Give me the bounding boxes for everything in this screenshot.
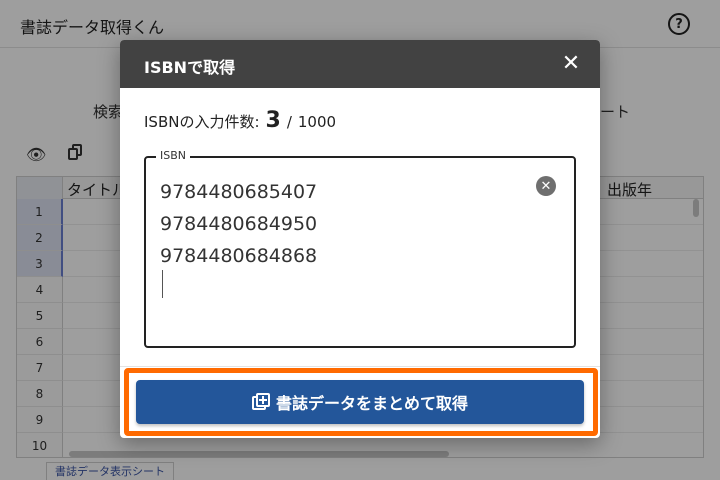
divider bbox=[120, 366, 600, 367]
count-max: 1000 bbox=[297, 113, 337, 131]
count-separator: / bbox=[286, 113, 292, 131]
isbn-dialog: ISBNで取得 ✕ ISBNの入力件数: 3 / 1000 ISBN 97844… bbox=[120, 40, 600, 438]
dialog-header: ISBNで取得 ✕ bbox=[120, 40, 600, 88]
count-label: ISBNの入力件数: bbox=[144, 113, 260, 131]
fetch-all-label: 書誌データをまとめて取得 bbox=[275, 394, 468, 413]
isbn-textarea[interactable]: ISBN 9784480685407 9784480684950 9784480… bbox=[144, 149, 576, 348]
isbn-line: 9784480684950 bbox=[160, 213, 318, 235]
text-caret bbox=[162, 270, 163, 298]
isbn-values[interactable]: 9784480685407 9784480684950 978448068486… bbox=[160, 176, 317, 272]
isbn-field-label: ISBN bbox=[156, 149, 191, 162]
isbn-count: ISBNの入力件数: 3 / 1000 bbox=[144, 108, 336, 133]
dialog-title: ISBNで取得 bbox=[144, 58, 236, 77]
clear-circle-icon[interactable]: ✕ bbox=[536, 176, 556, 196]
fetch-all-button[interactable]: 書誌データをまとめて取得 bbox=[136, 380, 584, 424]
close-icon[interactable]: ✕ bbox=[560, 53, 582, 75]
isbn-line: 9784480684868 bbox=[160, 245, 318, 267]
count-value: 3 bbox=[265, 108, 281, 133]
library-add-icon bbox=[251, 393, 270, 411]
isbn-line: 9784480685407 bbox=[160, 181, 318, 203]
